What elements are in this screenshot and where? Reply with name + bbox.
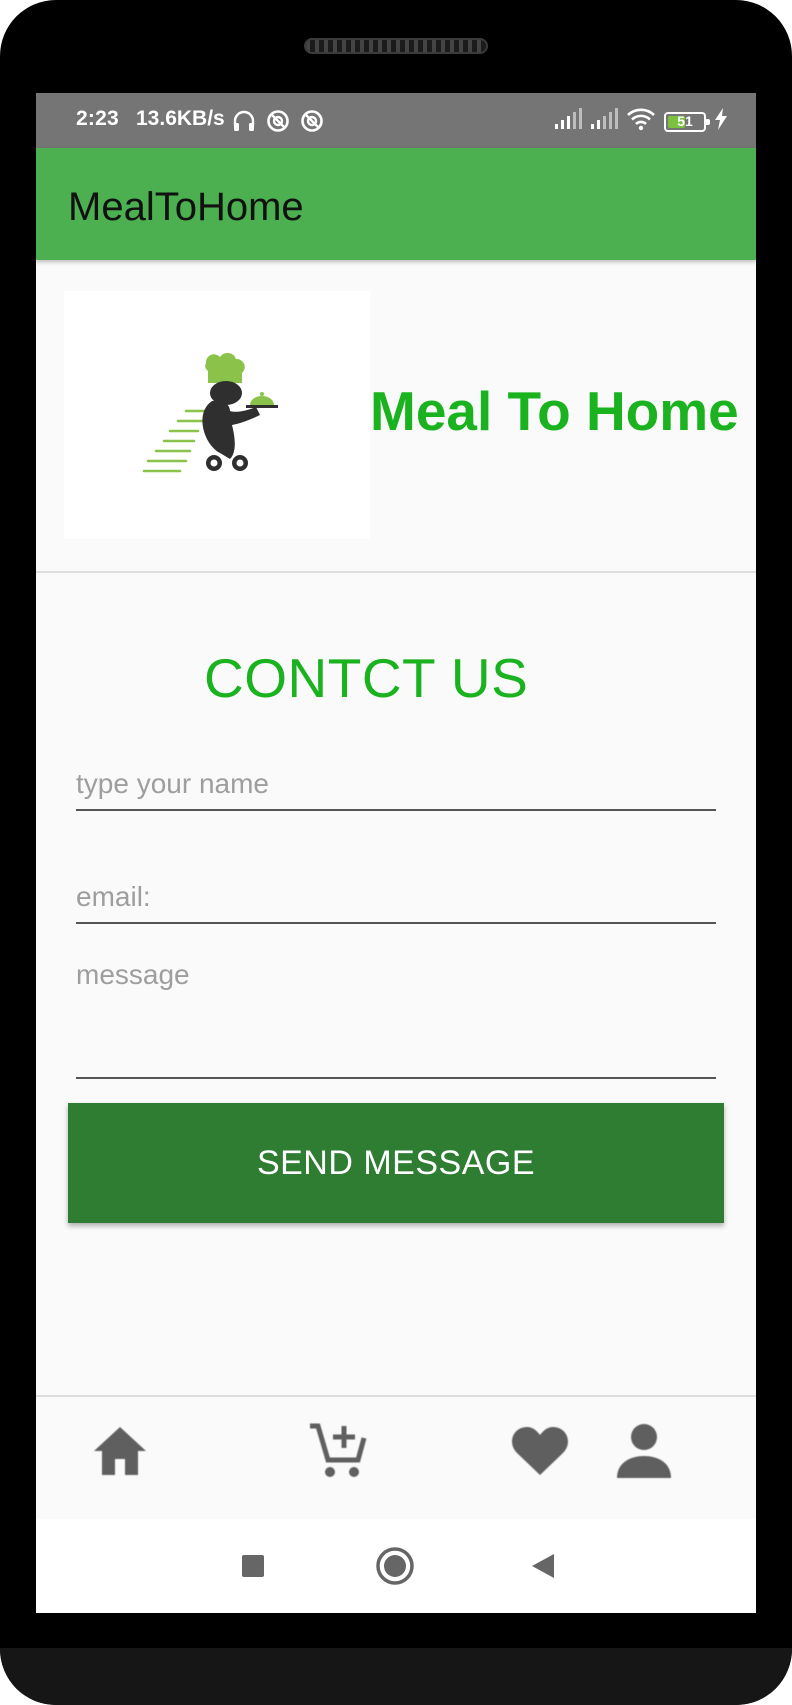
brand-name: Meal To Home: [370, 380, 739, 442]
email-field[interactable]: [76, 878, 716, 924]
logo-card: [64, 291, 370, 539]
battery-icon: 51: [664, 111, 710, 132]
system-navigation-bar: [36, 1519, 756, 1613]
screen: 2:23 13.6KB/s 51 MealToHome Meal To Home…: [36, 93, 756, 1613]
battery-tip: [706, 118, 710, 125]
message-field[interactable]: [76, 959, 716, 1079]
profile-icon[interactable]: [610, 1417, 678, 1485]
signal-icon: [590, 108, 618, 135]
recents-icon[interactable]: [230, 1543, 276, 1589]
phone-frame: 2:23 13.6KB/s 51 MealToHome Meal To Home…: [0, 0, 792, 1705]
network-speed: 13.6KB/s: [136, 107, 225, 130]
contact-heading: CONTCT US: [204, 647, 529, 709]
bottom-navigation: [36, 1395, 756, 1519]
status-time: 2:23: [76, 107, 119, 130]
name-field[interactable]: [76, 765, 716, 811]
wifi-icon: [626, 107, 656, 136]
vpn-icon: [266, 109, 290, 138]
section-divider: [36, 571, 756, 573]
home-icon[interactable]: [86, 1417, 154, 1485]
chef-delivery-logo-icon: [134, 341, 294, 485]
app-title: MealToHome: [68, 185, 304, 229]
charging-icon: [714, 108, 728, 135]
headphones-icon: [232, 109, 256, 138]
earpiece-speaker: [304, 38, 488, 54]
home-circle-icon[interactable]: [372, 1543, 418, 1589]
signal-icon: [554, 108, 582, 135]
back-icon[interactable]: [520, 1543, 566, 1589]
add-to-cart-icon[interactable]: [304, 1417, 372, 1485]
favorite-icon[interactable]: [506, 1417, 574, 1485]
vpn-icon: [300, 109, 324, 138]
phone-chin: [0, 1648, 792, 1705]
send-message-button[interactable]: SEND MESSAGE: [68, 1103, 724, 1223]
status-left-icons: [232, 109, 324, 138]
battery-percentage: 51: [677, 112, 693, 129]
status-bar: 2:23 13.6KB/s 51: [36, 93, 756, 148]
app-bar: MealToHome: [36, 148, 756, 260]
status-right-icons: 51: [554, 107, 728, 136]
